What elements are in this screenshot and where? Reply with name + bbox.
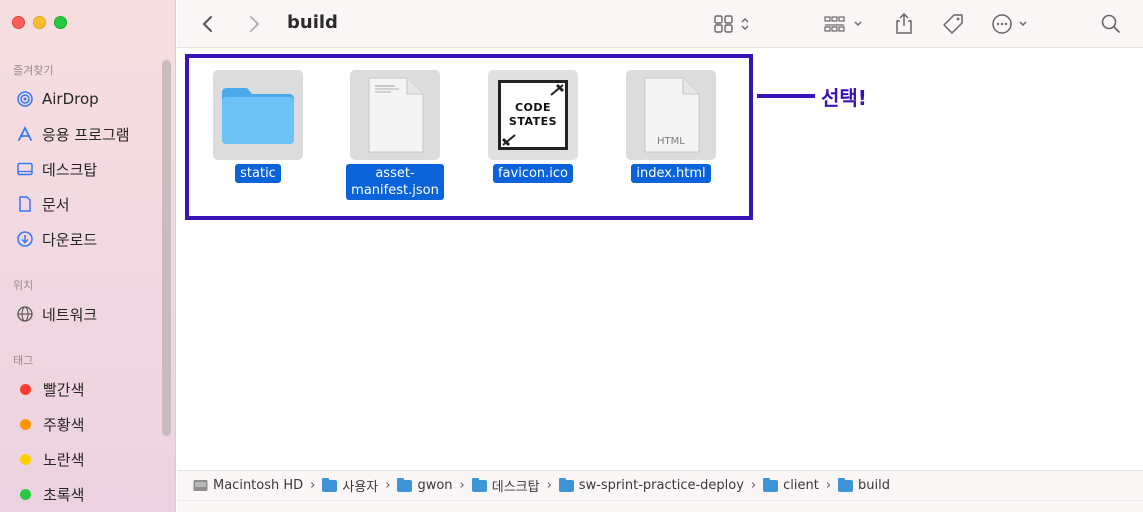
selection-highlight-box <box>185 54 753 220</box>
window-controls <box>12 16 67 29</box>
disk-icon <box>193 480 208 491</box>
tag-dot-red-icon <box>20 383 31 395</box>
tag-dot-yellow-icon <box>20 453 31 465</box>
path-item-label: sw-sprint-practice-deploy <box>578 478 744 493</box>
path-item-client[interactable]: client <box>763 477 819 493</box>
share-button[interactable] <box>893 12 915 36</box>
path-item-label: gwon <box>417 478 453 493</box>
sidebar-item-documents[interactable]: 문서 <box>16 193 70 215</box>
sidebar-item-applications[interactable]: 응용 프로그램 <box>16 123 130 145</box>
window-title: build <box>287 12 338 33</box>
forward-button[interactable] <box>247 12 261 36</box>
sidebar-item-label: 다운로드 <box>42 230 98 249</box>
path-item-macintosh-hd[interactable]: Macintosh HD <box>193 478 303 493</box>
tag-dot-orange-icon <box>20 418 31 430</box>
folder-icon <box>322 477 338 492</box>
sidebar-item-label: 데스크탑 <box>42 160 98 179</box>
sidebar-item-desktop[interactable]: 데스크탑 <box>16 158 97 180</box>
path-item-sw-sprint-practice-deploy[interactable]: sw-sprint-practice-deploy <box>558 477 744 493</box>
sidebar-scrollbar[interactable] <box>162 60 171 436</box>
locations-section-title: 위치 <box>13 279 34 292</box>
sidebar-item-label: AirDrop <box>42 90 99 108</box>
sidebar-item-downloads[interactable]: 다운로드 <box>16 228 97 250</box>
sidebar-item-network[interactable]: 네트워크 <box>16 303 97 325</box>
folder-icon <box>558 477 574 492</box>
home-folder-icon <box>397 477 413 492</box>
applications-icon <box>18 125 32 141</box>
path-item-label: client <box>783 478 819 493</box>
chevron-left-icon <box>203 16 212 32</box>
desktop-icon <box>17 162 33 176</box>
download-icon <box>17 231 33 247</box>
network-icon <box>17 306 33 322</box>
status-bar <box>177 500 1143 512</box>
folder-icon <box>763 477 779 492</box>
document-icon <box>19 196 31 212</box>
view-mode-button[interactable] <box>713 12 755 36</box>
tag-dot-green-icon <box>20 488 31 500</box>
path-bar: Macintosh HD › 사용자 › gwon › 데스크탑 › sw-sp… <box>177 470 1143 500</box>
path-item-build[interactable]: build <box>838 477 891 493</box>
toolbar: build <box>177 0 1143 48</box>
folder-icon <box>838 477 854 492</box>
search-button[interactable] <box>1100 12 1122 36</box>
path-separator: › <box>459 478 465 493</box>
path-item-label: 데스크탑 <box>491 480 540 495</box>
path-item-label: Macintosh HD <box>213 478 304 493</box>
sidebar-item-tag-yellow[interactable]: 노란색 <box>16 448 84 470</box>
path-item-label: 사용자 <box>342 480 379 495</box>
path-item-desktop[interactable]: 데스크탑 <box>471 476 540 495</box>
icon-grid-icon <box>714 15 749 33</box>
path-separator: › <box>825 478 832 493</box>
sidebar-item-label: 응용 프로그램 <box>42 125 130 144</box>
group-button[interactable] <box>823 12 869 36</box>
tags-section-title: 태그 <box>13 354 34 367</box>
sidebar-item-label: 노란색 <box>43 450 85 469</box>
sidebar-item-label: 초록색 <box>43 485 85 504</box>
path-separator: › <box>750 478 757 493</box>
folder-icon <box>471 477 487 492</box>
favorites-section-title: 즐겨찾기 <box>13 64 54 77</box>
path-separator: › <box>310 478 316 493</box>
sidebar-item-label: 네트워크 <box>42 305 98 324</box>
search-icon <box>1101 14 1120 33</box>
path-separator: › <box>546 478 552 493</box>
airdrop-icon <box>17 91 33 107</box>
annotation-pointer-line <box>757 94 815 98</box>
sidebar-item-label: 문서 <box>42 195 70 214</box>
zoom-button[interactable] <box>54 16 67 29</box>
ellipsis-circle-icon <box>992 14 1027 34</box>
back-button[interactable] <box>201 12 215 36</box>
path-item-gwon[interactable]: gwon <box>397 477 453 493</box>
tag-icon <box>943 14 963 34</box>
path-separator: › <box>385 478 391 493</box>
sidebar-item-tag-green[interactable]: 초록색 <box>16 483 84 505</box>
sidebar-item-tag-red[interactable]: 빨간색 <box>16 378 84 400</box>
sidebar-item-airdrop[interactable]: AirDrop <box>16 88 99 110</box>
close-button[interactable] <box>12 16 25 29</box>
sidebar-item-tag-orange[interactable]: 주황색 <box>16 413 84 435</box>
minimize-button[interactable] <box>33 16 46 29</box>
sidebar-item-label: 주황색 <box>43 415 85 434</box>
sidebar-item-label: 빨간색 <box>43 380 85 399</box>
sidebar: 즐겨찾기 AirDrop 응용 프로그램 데스크탑 문서 다운로드 위치 네트워… <box>0 0 176 512</box>
path-item-label: build <box>858 478 891 493</box>
chevron-right-icon <box>250 16 259 32</box>
tag-button[interactable] <box>941 12 965 36</box>
more-actions-button[interactable] <box>991 12 1037 36</box>
share-icon <box>896 12 912 34</box>
annotation-text: 선택! <box>821 86 867 110</box>
group-icon <box>824 16 862 32</box>
path-item-users[interactable]: 사용자 <box>322 476 378 495</box>
